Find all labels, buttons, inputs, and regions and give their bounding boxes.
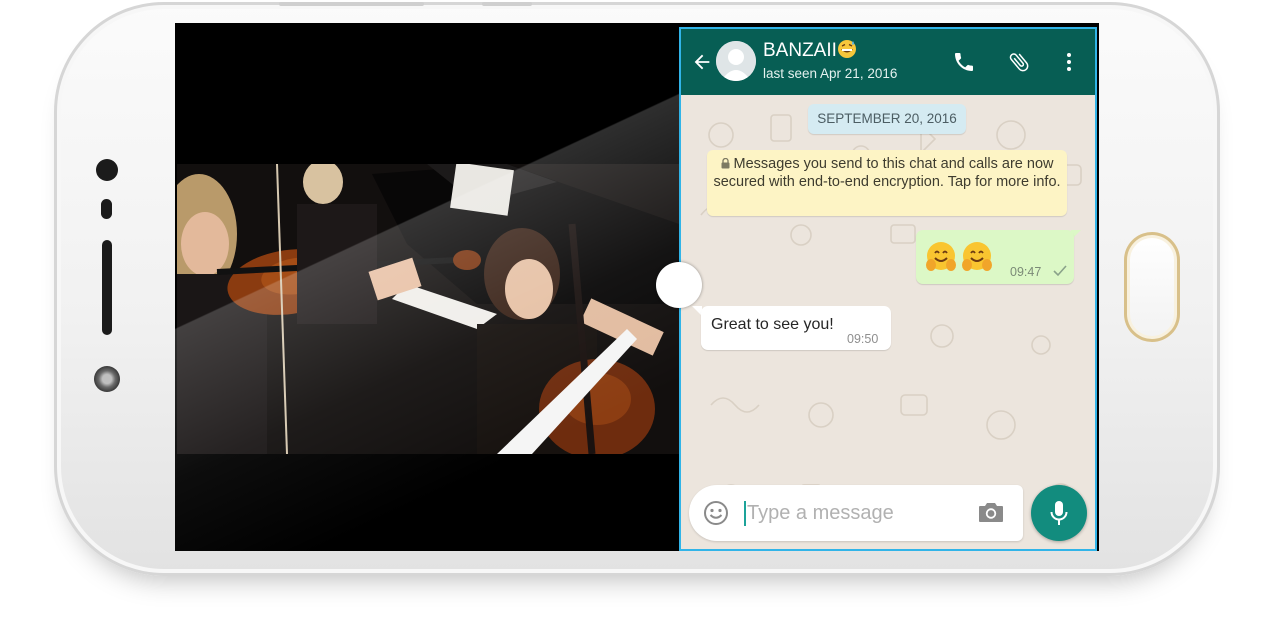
- home-button[interactable]: [1124, 232, 1180, 342]
- contact-avatar[interactable]: [716, 41, 756, 81]
- smiley-icon[interactable]: [703, 500, 729, 526]
- date-divider: SEPTEMBER 20, 2016: [808, 104, 966, 134]
- whatsapp-chat-pane: BANZAII last seen Apr 21, 2016 SEPTEMBER…: [679, 27, 1097, 551]
- encryption-notice-text: Messages you send to this chat and calls…: [713, 156, 1061, 190]
- last-seen-status: last seen Apr 21, 2016: [763, 66, 898, 81]
- musicians-illustration: [177, 164, 679, 454]
- proximity-sensor: [101, 199, 112, 219]
- outgoing-message-time: 09:47: [1010, 265, 1042, 279]
- incoming-message[interactable]: Great to see you! 09:50: [701, 306, 891, 350]
- camera-flash: [94, 366, 120, 392]
- hugging-face-emoji-icon: [926, 242, 956, 271]
- earpiece-speaker: [102, 240, 112, 335]
- phone-screen: BANZAII last seen Apr 21, 2016 SEPTEMBER…: [175, 23, 1099, 551]
- voice-message-button[interactable]: [1031, 485, 1087, 541]
- avatar-placeholder-icon: [716, 41, 756, 81]
- more-vertical-icon[interactable]: [1057, 50, 1081, 74]
- outgoing-message[interactable]: 🤗🤗 09:47: [916, 230, 1074, 284]
- message-input[interactable]: [747, 496, 967, 530]
- musicians-photo: [177, 164, 679, 454]
- encryption-notice[interactable]: Messages you send to this chat and calls…: [707, 150, 1067, 216]
- sent-check-icon: [1053, 265, 1067, 277]
- incoming-message-time: 09:50: [847, 332, 879, 346]
- camera-icon[interactable]: [977, 499, 1005, 525]
- front-camera: [96, 159, 118, 181]
- message-composer: [689, 485, 1023, 541]
- hugging-face-emoji-icon: [962, 242, 992, 271]
- text-cursor: [744, 501, 746, 526]
- contact-name-text: BANZAII: [763, 40, 837, 61]
- video-pane[interactable]: [175, 23, 679, 551]
- contact-name[interactable]: BANZAII: [763, 39, 857, 62]
- power-button: [482, 2, 532, 6]
- back-arrow-icon[interactable]: [691, 51, 713, 73]
- volume-button: [279, 2, 424, 6]
- microphone-icon: [1050, 501, 1068, 525]
- chat-header: BANZAII last seen Apr 21, 2016: [681, 29, 1095, 95]
- phone-call-icon[interactable]: [952, 50, 976, 74]
- split-screen-handle[interactable]: [656, 262, 702, 308]
- paperclip-icon[interactable]: [1007, 50, 1031, 74]
- lock-icon: [721, 158, 729, 169]
- grinning-sweat-emoji-icon: [837, 40, 856, 58]
- incoming-message-text: Great to see you!: [711, 316, 834, 333]
